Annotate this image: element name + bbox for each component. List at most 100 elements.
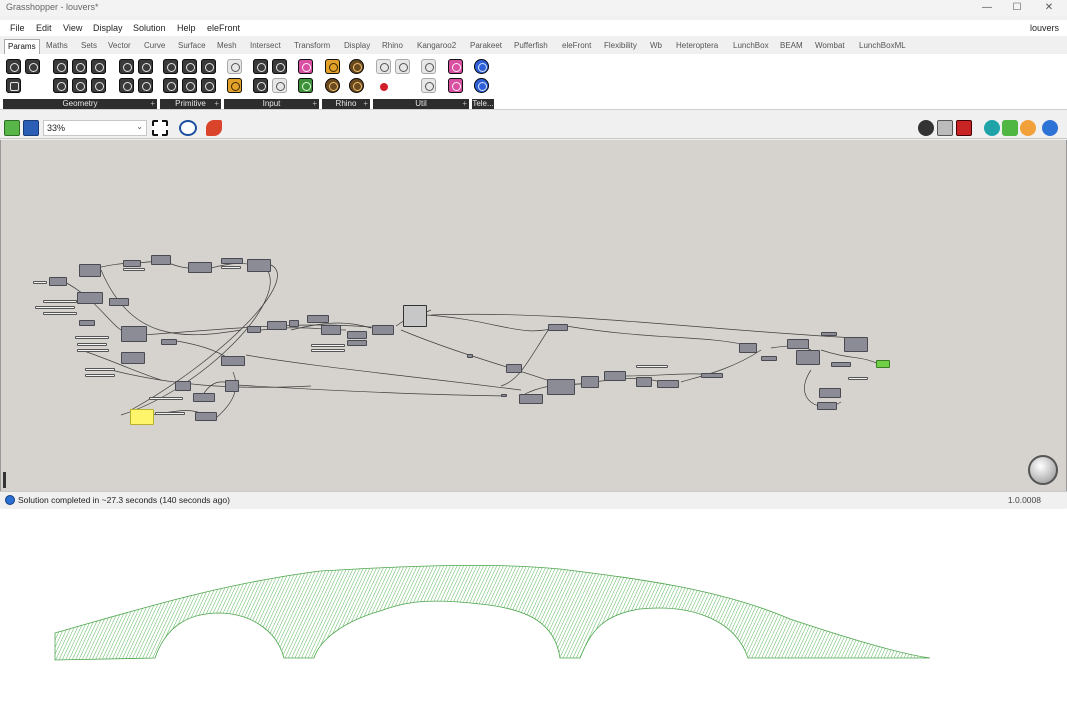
menu-view[interactable]: View [63,23,82,33]
gh-component[interactable] [109,298,129,306]
gh-component[interactable] [79,264,101,277]
gear-icon[interactable] [325,78,340,93]
yellow-panel[interactable] [130,409,154,425]
gh-component[interactable] [372,325,394,335]
teal-preview-icon[interactable] [984,120,1000,136]
curve-icon[interactable] [25,59,40,74]
wireframe-icon[interactable] [937,120,953,136]
zoom-dropdown[interactable]: 33% ⌄ [43,120,147,136]
number-slider[interactable] [75,336,109,339]
menu-help[interactable]: Help [177,23,196,33]
gh-component[interactable] [151,255,171,265]
gh-component[interactable] [604,371,626,381]
tab-surface[interactable]: Surface [178,41,206,50]
number-slider[interactable] [149,397,183,400]
vector-arrows-icon[interactable] [376,59,391,74]
cancel-icon[interactable] [6,78,21,93]
gh-component[interactable] [161,339,177,345]
flask-icon[interactable] [448,78,463,93]
gh-component[interactable] [221,258,243,264]
tab-sets[interactable]: Sets [81,41,97,50]
circle-icon[interactable] [53,59,68,74]
gh-component[interactable] [175,381,191,391]
line-icon[interactable] [53,78,68,93]
close-button[interactable]: ✕ [1034,0,1064,16]
gh-component[interactable] [225,380,239,392]
gh-component[interactable] [247,326,261,333]
tab-kangaroo2[interactable]: Kangaroo2 [417,41,456,50]
gh-component[interactable] [347,340,367,346]
number-slider[interactable] [33,281,47,284]
gh-component[interactable] [121,326,147,342]
pen-icon[interactable] [206,120,222,136]
slider-icon[interactable] [227,59,242,74]
tab-lunchboxml[interactable]: LunchBoxML [859,41,906,50]
orange-preview-icon[interactable] [1020,120,1036,136]
domain-icon[interactable] [182,78,197,93]
button-icon[interactable] [272,59,287,74]
jump-icon[interactable] [421,78,436,93]
gh-component[interactable] [796,350,820,365]
number-slider[interactable] [848,377,868,380]
tab-params[interactable]: Params [4,39,40,54]
integer-icon[interactable] [182,59,197,74]
data-icon[interactable] [163,78,178,93]
gh-component[interactable] [321,325,341,335]
surface-icon[interactable] [119,59,134,74]
gh-component[interactable] [347,331,367,339]
tab-pufferfish[interactable]: Pufferfish [514,41,548,50]
cherry-icon[interactable] [376,78,391,93]
number-slider[interactable] [85,368,115,371]
shaded-icon[interactable] [956,120,972,136]
number-slider[interactable] [43,300,77,303]
rhino-viewport[interactable] [0,509,1067,716]
box-icon[interactable] [91,59,106,74]
tab-vector[interactable]: Vector [108,41,131,50]
minimize-button[interactable]: — [972,0,1002,16]
tab-elefront[interactable]: eleFront [562,41,591,50]
gh-component[interactable] [193,393,215,402]
number-slider[interactable] [43,312,77,315]
tab-transform[interactable]: Transform [294,41,330,50]
gh-component[interactable] [581,376,599,388]
number-slider[interactable] [155,412,185,415]
mesh-icon[interactable] [138,78,153,93]
sketch-icon[interactable] [152,120,168,136]
brep-icon[interactable] [138,59,153,74]
panel-icon[interactable] [253,78,268,93]
number-slider[interactable] [221,266,241,269]
tab-intersect[interactable]: Intersect [250,41,281,50]
gh-component[interactable] [467,354,473,358]
menu-display[interactable]: Display [93,23,123,33]
gh-component[interactable] [123,260,141,267]
gh-component[interactable] [506,364,522,373]
tab-wb[interactable]: Wb [650,41,662,50]
tab-display[interactable]: Display [344,41,370,50]
tab-maths[interactable]: Maths [46,41,68,50]
number-slider[interactable] [35,306,75,309]
hatch-icon[interactable] [325,59,340,74]
tab-flexibility[interactable]: Flexibility [604,41,637,50]
tab-lunchbox[interactable]: LunchBox [733,41,769,50]
honeycomb-icon[interactable] [349,78,364,93]
gh-component[interactable] [548,324,568,331]
menu-edit[interactable]: Edit [36,23,52,33]
plane-icon[interactable] [72,78,87,93]
grasshopper-canvas[interactable] [0,140,1067,491]
number-slider[interactable] [311,344,345,347]
gh-component[interactable] [636,377,652,387]
gh-component[interactable] [657,380,679,388]
value-list-icon[interactable] [253,59,268,74]
gh-component[interactable] [844,337,868,352]
gh-component[interactable] [307,315,329,323]
gh-component[interactable] [121,352,145,364]
open-folder-icon[interactable] [4,120,20,136]
hexagon-out-icon[interactable] [474,59,489,74]
gradient-icon[interactable] [298,59,313,74]
toggle-icon[interactable] [227,78,242,93]
cluster-icon[interactable] [395,59,410,74]
gh-component[interactable] [267,321,287,330]
tab-parakeet[interactable]: Parakeet [470,41,502,50]
tab-mesh[interactable]: Mesh [217,41,237,50]
gh-component[interactable] [501,394,507,397]
